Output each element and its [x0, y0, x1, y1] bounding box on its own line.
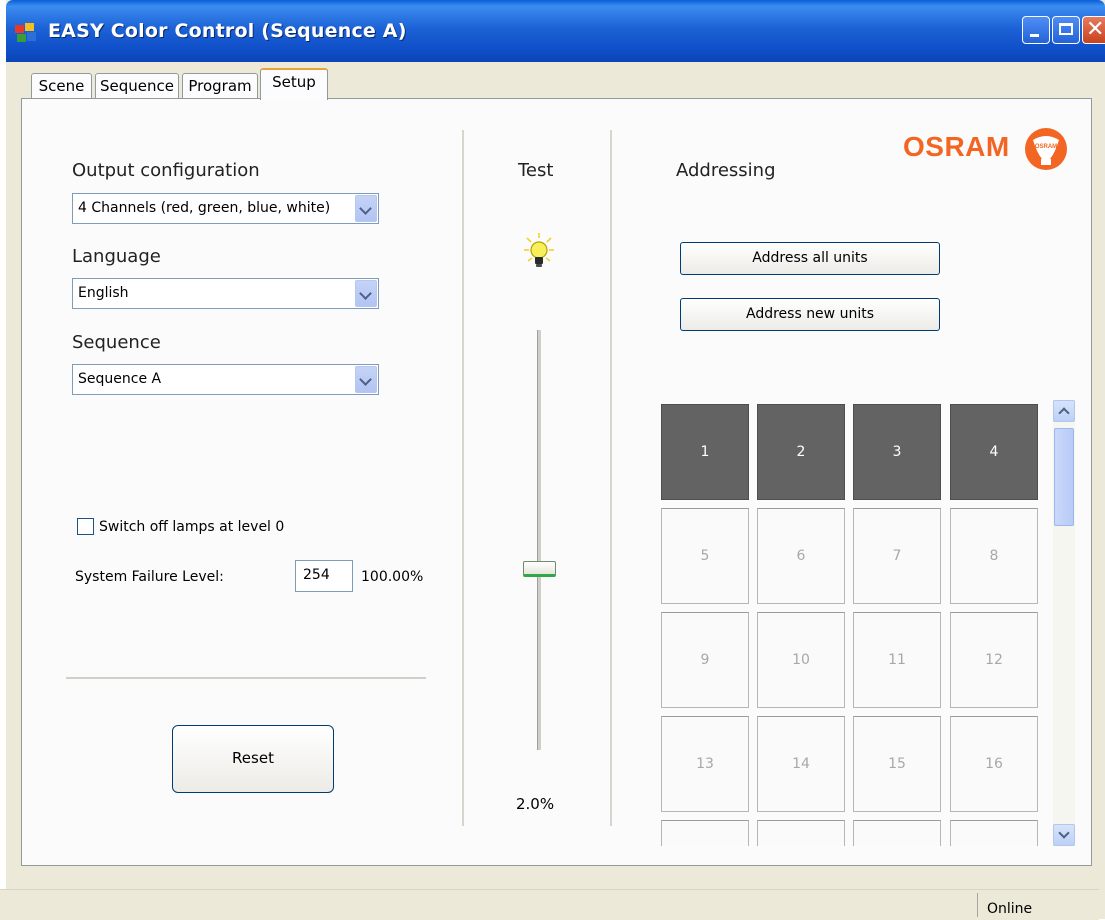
- unit-cell-blank-19[interactable]: [950, 820, 1038, 846]
- system-failure-percent: 100.00%: [361, 569, 424, 585]
- switch-off-checkbox[interactable]: [77, 518, 94, 535]
- status-bar: [0, 889, 1099, 920]
- scrollbar-thumb[interactable]: [1054, 428, 1074, 526]
- sequence-label: Sequence: [72, 332, 161, 353]
- unit-grid-scrollbar[interactable]: [1053, 400, 1075, 846]
- unit-cell-8[interactable]: 8: [950, 508, 1038, 604]
- tab-sequence[interactable]: Sequence: [95, 73, 179, 98]
- divider: [610, 130, 612, 826]
- close-icon: ✕: [1086, 17, 1105, 42]
- tab-scene[interactable]: Scene: [31, 73, 92, 98]
- osram-wordmark: OSRAM: [903, 131, 1010, 162]
- unit-cell-1[interactable]: 1: [661, 404, 749, 500]
- title-bar[interactable]: EASY Color Control (Sequence A) ✕: [6, 0, 1105, 62]
- reset-button[interactable]: Reset: [172, 725, 334, 793]
- unit-cell-7[interactable]: 7: [853, 508, 941, 604]
- output-configuration-select[interactable]: 4 Channels (red, green, blue, white): [72, 193, 379, 224]
- close-button[interactable]: ✕: [1082, 16, 1105, 44]
- svg-text:OSRAM: OSRAM: [1035, 144, 1057, 150]
- language-label: Language: [72, 246, 161, 267]
- divider: [462, 130, 464, 826]
- sequence-value: Sequence A: [78, 371, 162, 387]
- test-label: Test: [518, 160, 554, 181]
- language-value: English: [78, 285, 129, 301]
- test-level-value: 2.0%: [516, 795, 555, 813]
- address-all-units-button[interactable]: Address all units: [680, 242, 940, 275]
- unit-cell-4[interactable]: 4: [950, 404, 1038, 500]
- output-configuration-value: 4 Channels (red, green, blue, white): [78, 200, 331, 216]
- chevron-down-icon[interactable]: [355, 195, 377, 222]
- language-select[interactable]: English: [72, 278, 379, 309]
- unit-cell-16[interactable]: 16: [950, 716, 1038, 812]
- unit-cell-13[interactable]: 13: [661, 716, 749, 812]
- test-slider-track[interactable]: [537, 330, 541, 750]
- divider: [977, 893, 978, 917]
- scroll-up-arrow-icon[interactable]: [1053, 400, 1075, 422]
- status-text: Online: [987, 901, 1033, 917]
- tab-setup[interactable]: Setup: [260, 68, 328, 100]
- unit-cell-blank-17[interactable]: [757, 820, 845, 846]
- light-bulb-icon: [524, 233, 554, 267]
- unit-cell-blank-18[interactable]: [853, 820, 941, 846]
- unit-cell-6[interactable]: 6: [757, 508, 845, 604]
- minimize-button[interactable]: [1022, 16, 1050, 44]
- unit-cell-5[interactable]: 5: [661, 508, 749, 604]
- output-configuration-label: Output configuration: [72, 160, 260, 181]
- divider: [66, 677, 426, 679]
- osram-bulb-logo: OSRAM: [1025, 128, 1067, 170]
- tab-program[interactable]: Program: [182, 73, 258, 98]
- scroll-down-arrow-icon[interactable]: [1053, 824, 1075, 846]
- test-slider-thumb[interactable]: [523, 561, 556, 577]
- system-failure-input[interactable]: 254: [295, 560, 353, 592]
- unit-cell-2[interactable]: 2: [757, 404, 845, 500]
- maximize-button[interactable]: [1052, 16, 1080, 44]
- addressing-label: Addressing: [676, 160, 776, 181]
- chevron-down-icon[interactable]: [355, 366, 377, 393]
- unit-cell-10[interactable]: 10: [757, 612, 845, 708]
- chevron-down-icon[interactable]: [355, 280, 377, 307]
- address-new-units-button[interactable]: Address new units: [680, 298, 940, 331]
- unit-cell-11[interactable]: 11: [853, 612, 941, 708]
- system-failure-label: System Failure Level:: [75, 569, 224, 585]
- system-failure-value: 254: [303, 567, 330, 583]
- app-icon: [15, 23, 36, 42]
- switch-off-label[interactable]: Switch off lamps at level 0: [99, 519, 284, 535]
- unit-cell-blank-16[interactable]: [661, 820, 749, 846]
- unit-cell-15[interactable]: 15: [853, 716, 941, 812]
- unit-cell-9[interactable]: 9: [661, 612, 749, 708]
- unit-cell-3[interactable]: 3: [853, 404, 941, 500]
- unit-cell-14[interactable]: 14: [757, 716, 845, 812]
- window-title: EASY Color Control (Sequence A): [48, 20, 407, 42]
- unit-grid: 1 2 3 4 5 6 7 8 9 10 11 12 13 14 15 16: [657, 400, 1047, 846]
- sequence-select[interactable]: Sequence A: [72, 364, 379, 395]
- unit-cell-12[interactable]: 12: [950, 612, 1038, 708]
